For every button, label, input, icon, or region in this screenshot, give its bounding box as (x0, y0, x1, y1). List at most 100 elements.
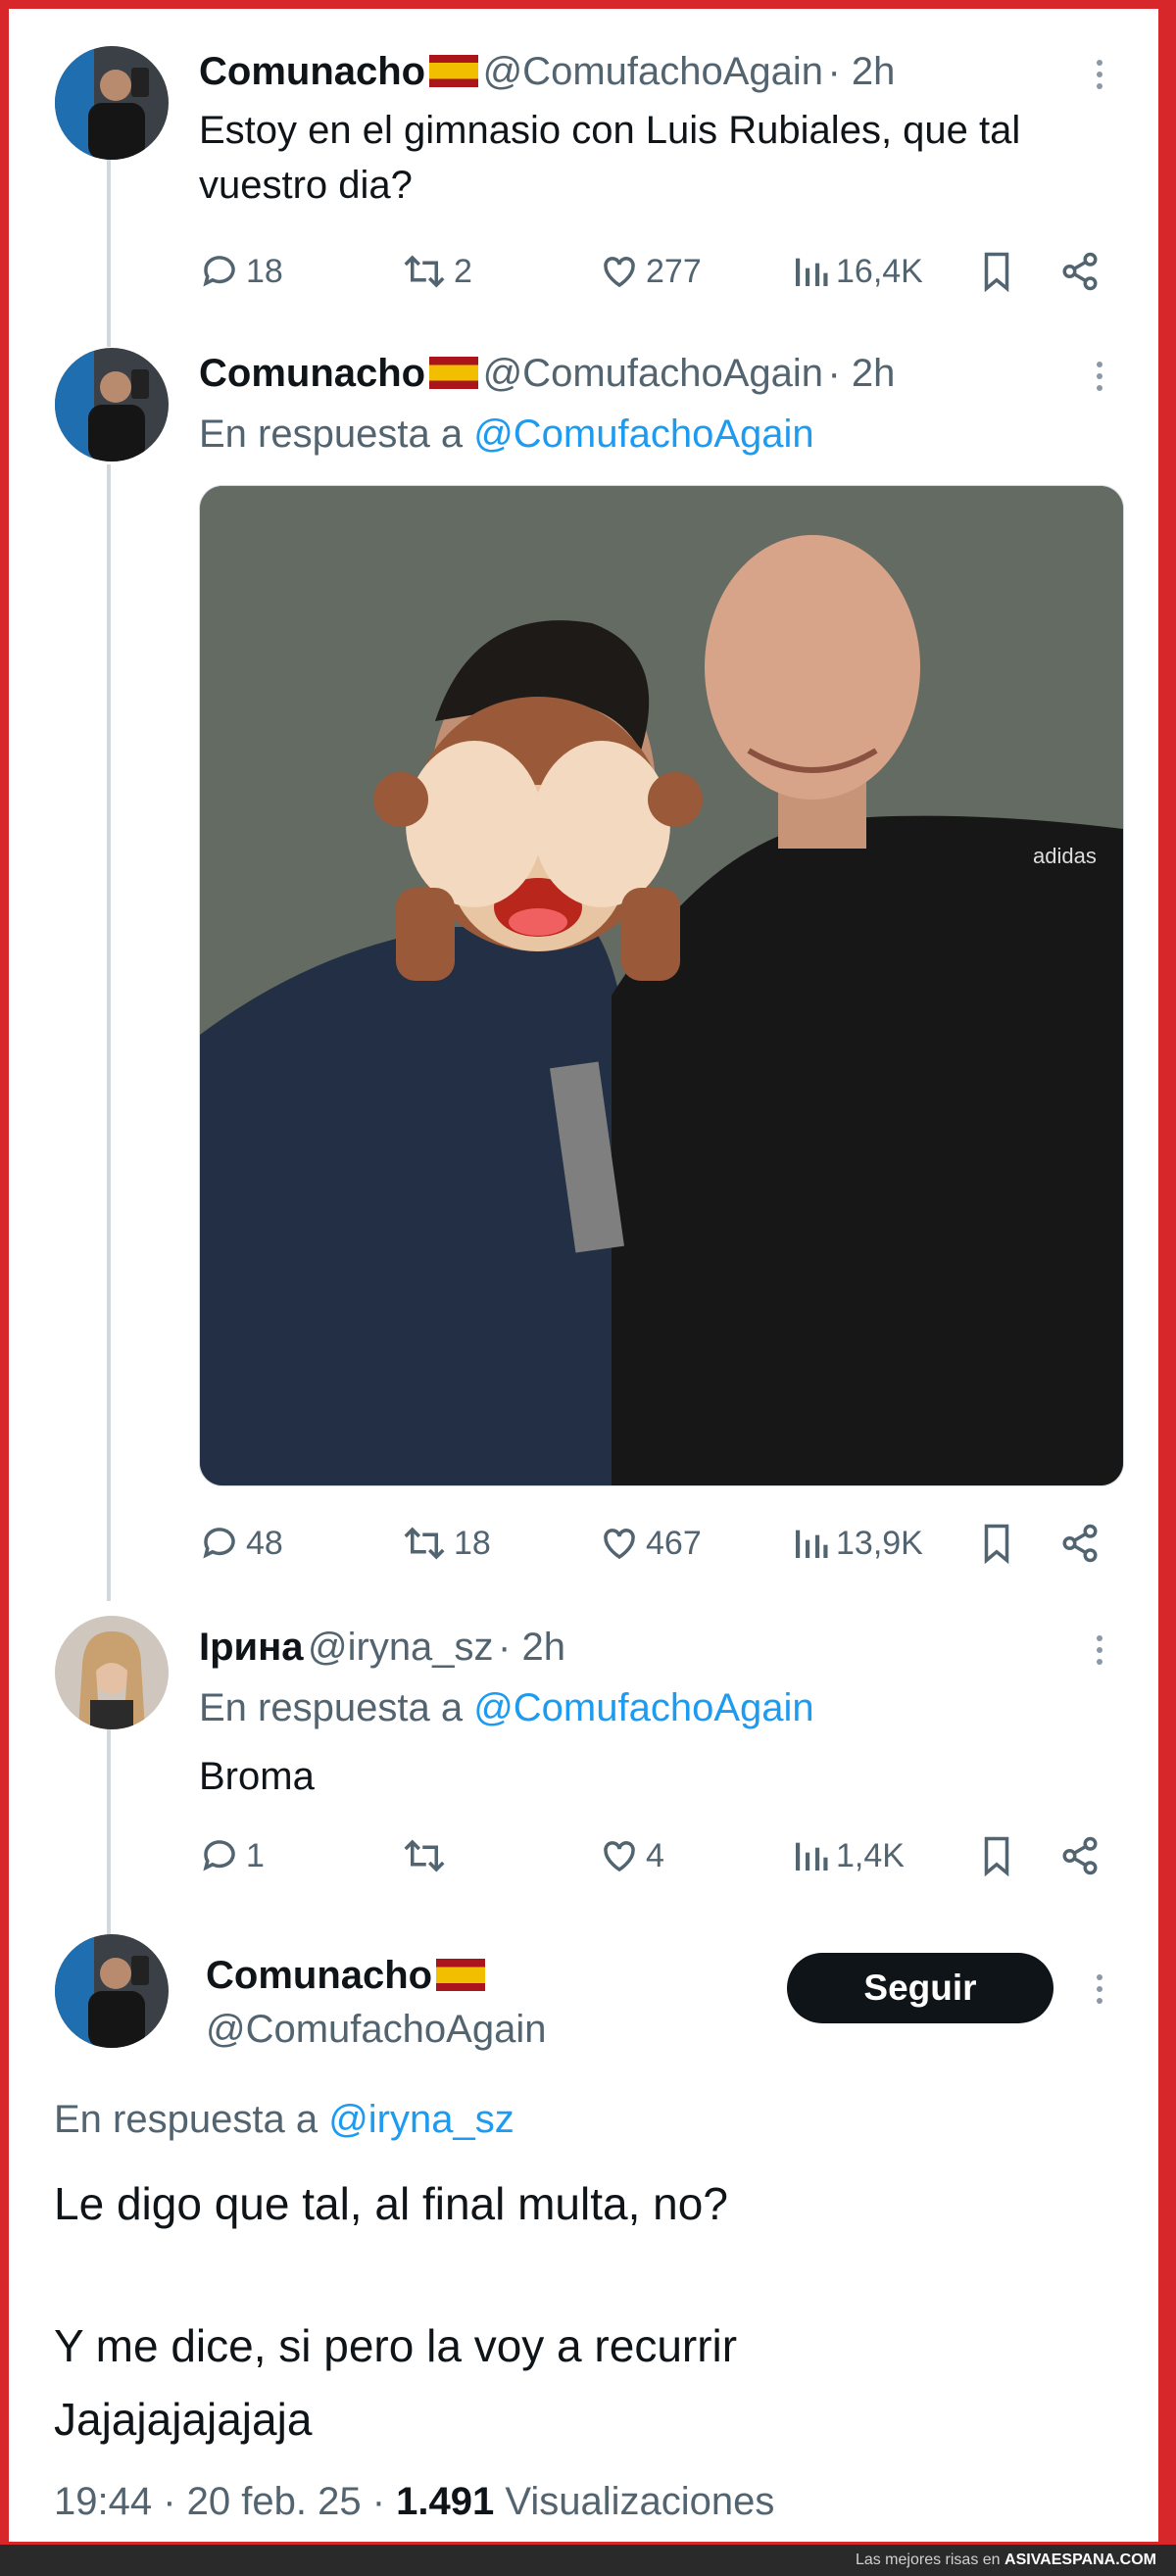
adidas-logo: adidas (1033, 844, 1097, 868)
footer-site[interactable]: ASIVAESPANA.COM (1004, 2552, 1156, 2568)
user-handle[interactable]: @ComufachoAgain (206, 2008, 546, 2052)
bookmark-button[interactable] (979, 1830, 1020, 1881)
like-count: 467 (646, 1524, 702, 1562)
views-button[interactable]: 16,4K (791, 246, 923, 297)
retweet-count: 18 (454, 1524, 491, 1562)
like-icon (604, 1529, 635, 1560)
views-count: 16,4K (836, 252, 923, 290)
share-button[interactable] (1059, 1830, 1106, 1881)
spain-flag-icon (436, 1959, 486, 1991)
reply-count: 1 (246, 1836, 265, 1874)
more-icon[interactable] (1097, 54, 1104, 95)
reply-count: 48 (246, 1524, 283, 1562)
thread-line (107, 1728, 111, 1939)
like-icon (604, 1841, 635, 1872)
footer-prefix: Las mejores risas en (855, 2552, 1001, 2568)
bookmark-button[interactable] (979, 1518, 1020, 1569)
tweet-text: Estoy en el gimnasio con Luis Rubiales, … (199, 109, 1021, 207)
reply-count: 18 (246, 252, 283, 290)
views-button[interactable]: 13,9K (791, 1518, 923, 1569)
tweet-photo[interactable]: adidas (199, 485, 1124, 1486)
tweet-time[interactable]: · 2h (828, 50, 896, 93)
share-icon (1062, 1836, 1098, 1875)
display-name[interactable]: Comunacho (199, 50, 425, 93)
like-button[interactable]: 277 (599, 246, 702, 297)
screenshot-frame: Comunacho @ComufachoAgain · 2h Estoy en … (9, 9, 1158, 2542)
user-handle[interactable]: @ComufachoAgain (483, 352, 823, 395)
more-icon[interactable] (1097, 356, 1104, 397)
tweet-time[interactable]: · 2h (498, 1626, 565, 1669)
share-button[interactable] (1059, 246, 1106, 297)
display-name[interactable]: Ірина (199, 1626, 304, 1669)
tweet-text-line: Jajajajajajaja (54, 2394, 313, 2445)
tweet-text: Broma (199, 1755, 315, 1798)
views-icon (796, 258, 828, 286)
avatar[interactable] (55, 348, 169, 462)
reply-prefix: En respuesta a (199, 413, 464, 456)
bookmark-icon (984, 1524, 1009, 1564)
action-bar: 48 18 467 13,9K (199, 1518, 1116, 1569)
reply-button[interactable]: 18 (199, 246, 283, 297)
views-label: Visualizaciones (505, 2480, 775, 2523)
reply-context: En respuesta a @ComufachoAgain (199, 1686, 814, 1730)
like-button[interactable]: 4 (599, 1830, 664, 1881)
views-icon (796, 1530, 828, 1558)
thread-line (107, 141, 111, 347)
tweet-meta: 19:44 · 20 feb. 25 · 1.491 Visualizacion… (54, 2480, 774, 2524)
tweet-time[interactable]: · 2h (828, 352, 896, 395)
tweet-text-line: Y me dice, si pero la voy a recurrir (54, 2320, 738, 2371)
like-count: 4 (646, 1836, 664, 1874)
tweet-timestamp[interactable]: 19:44 · 20 feb. 25 · (54, 2480, 385, 2523)
bookmark-button[interactable] (979, 246, 1020, 297)
reply-icon (203, 1528, 235, 1559)
reply-prefix: En respuesta a (54, 2098, 318, 2141)
share-icon (1062, 252, 1098, 291)
avatar[interactable] (55, 46, 169, 160)
tweet-text-line: Le digo que tal, al final multa, no? (54, 2178, 728, 2229)
display-name[interactable]: Comunacho (206, 1954, 432, 1997)
spain-flag-icon (429, 55, 479, 87)
display-name[interactable]: Comunacho (199, 352, 425, 395)
retweet-count: 2 (454, 252, 472, 290)
reply-icon (203, 1840, 235, 1871)
spain-flag-icon (429, 357, 479, 389)
like-button[interactable]: 467 (599, 1518, 702, 1569)
reply-context: En respuesta a @iryna_sz (54, 2098, 514, 2142)
views-total: 1.491 (396, 2480, 495, 2523)
thread-line (107, 464, 111, 1601)
reply-to-link[interactable]: @iryna_sz (328, 2098, 514, 2141)
action-bar: 18 2 277 16,4K (199, 246, 1116, 297)
reply-button[interactable]: 1 (199, 1830, 265, 1881)
retweet-icon (404, 1839, 445, 1872)
user-handle[interactable]: @iryna_sz (308, 1626, 494, 1669)
views-count: 13,9K (836, 1524, 923, 1562)
bookmark-icon (984, 252, 1009, 292)
reply-to-link[interactable]: @ComufachoAgain (473, 1686, 813, 1729)
reply-prefix: En respuesta a (199, 1686, 464, 1729)
views-icon (796, 1842, 828, 1871)
more-icon[interactable] (1097, 1968, 1104, 2010)
like-count: 277 (646, 252, 702, 290)
like-icon (604, 257, 635, 288)
action-bar: 1 4 1,4K (199, 1830, 1116, 1881)
views-count: 1,4K (836, 1836, 905, 1874)
reply-icon (203, 256, 235, 287)
avatar[interactable] (55, 1616, 169, 1729)
reply-context: En respuesta a @ComufachoAgain (199, 413, 814, 457)
retweet-button[interactable] (401, 1830, 454, 1881)
retweet-button[interactable]: 2 (401, 246, 472, 297)
retweet-icon (404, 1527, 445, 1560)
share-icon (1062, 1524, 1098, 1563)
watermark-footer: Las mejores risas en ASIVAESPANA.COM (0, 2545, 1176, 2576)
avatar[interactable] (55, 1934, 169, 2048)
more-icon[interactable] (1097, 1629, 1104, 1671)
share-button[interactable] (1059, 1518, 1106, 1569)
follow-button[interactable]: Seguir (787, 1953, 1054, 2023)
retweet-icon (404, 255, 445, 288)
retweet-button[interactable]: 18 (401, 1518, 491, 1569)
user-handle[interactable]: @ComufachoAgain (483, 50, 823, 93)
reply-to-link[interactable]: @ComufachoAgain (473, 413, 813, 456)
reply-button[interactable]: 48 (199, 1518, 283, 1569)
bookmark-icon (984, 1836, 1009, 1876)
views-button[interactable]: 1,4K (791, 1830, 905, 1881)
